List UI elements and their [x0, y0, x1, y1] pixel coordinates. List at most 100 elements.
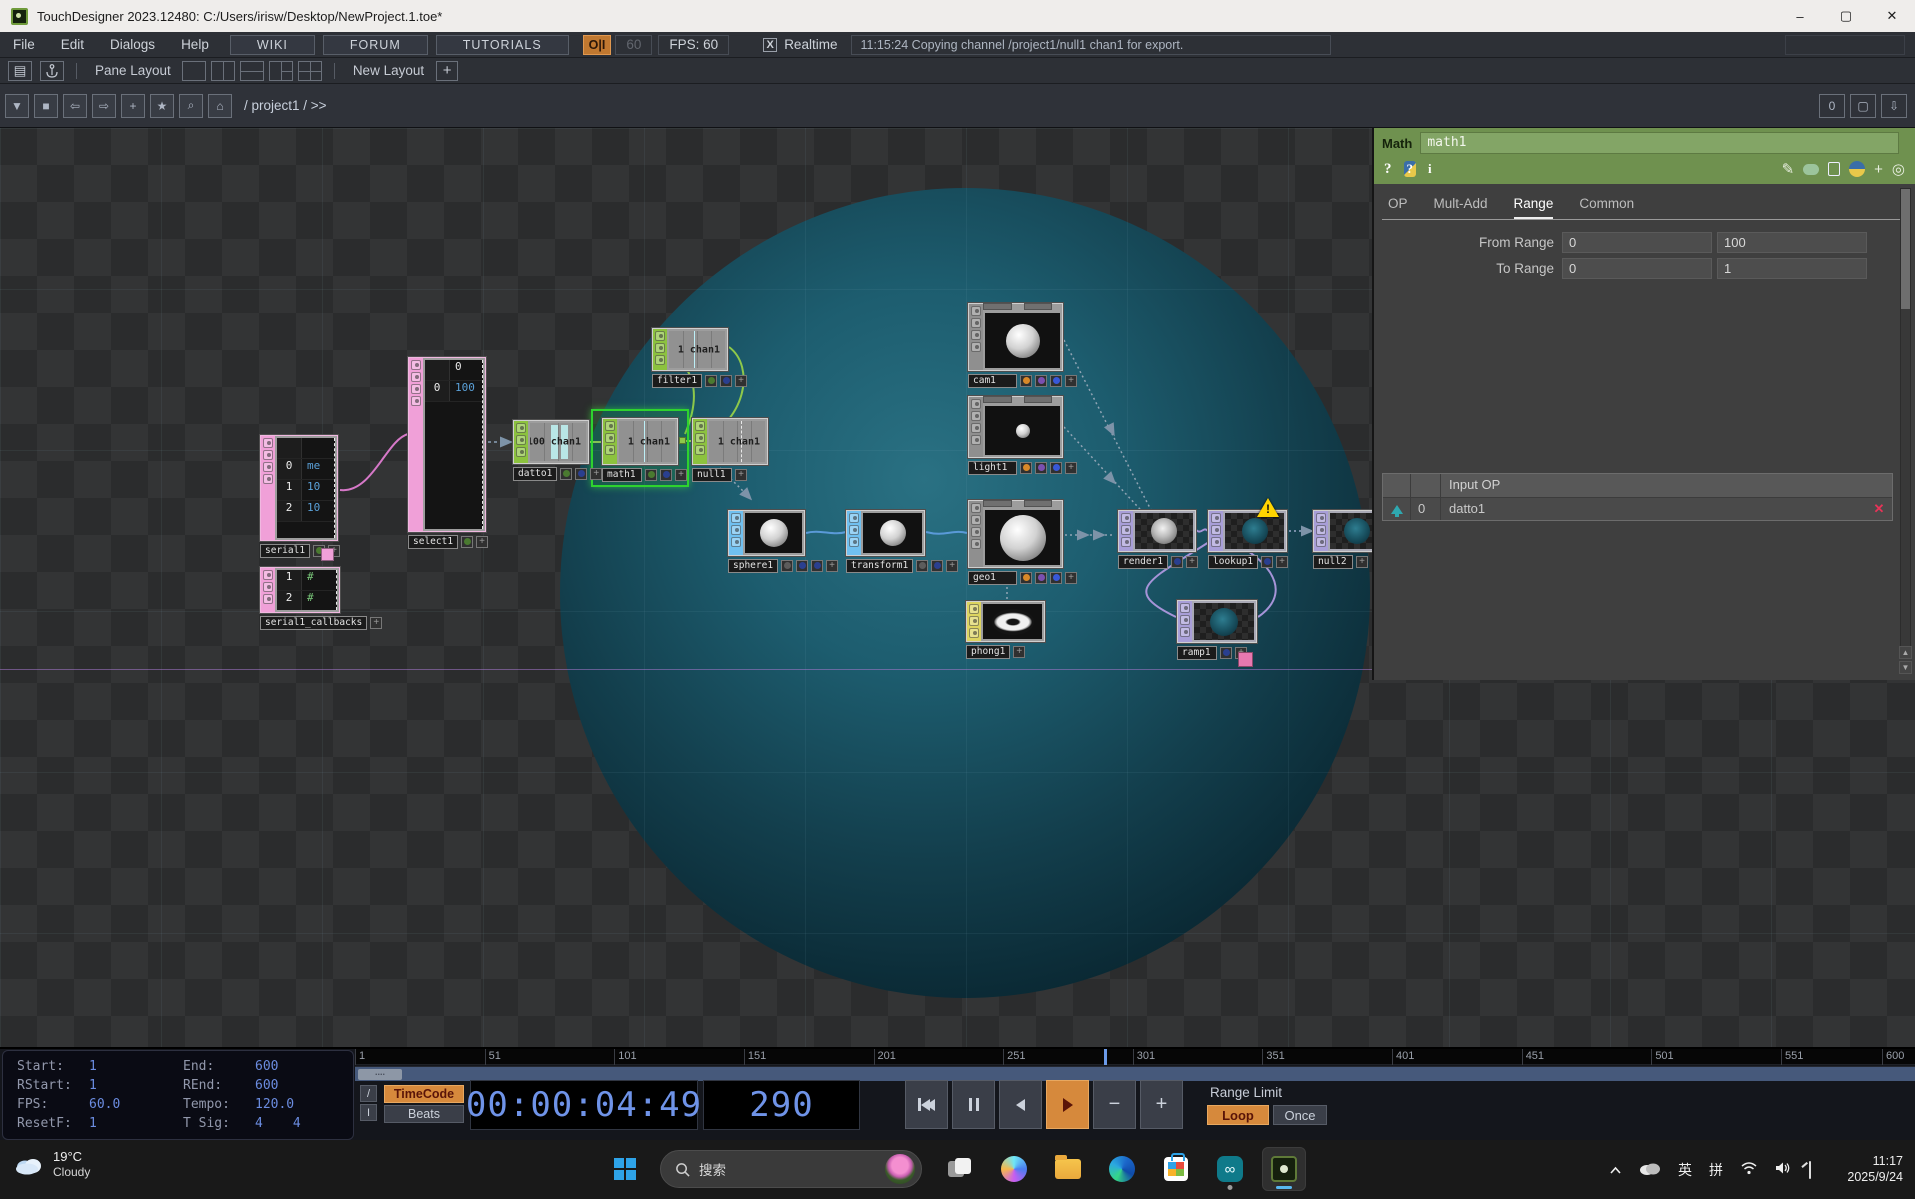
collapse-pane-icon[interactable]: ⇩: [1881, 94, 1907, 118]
target-icon[interactable]: ◎: [1892, 162, 1905, 177]
bookmark-icon[interactable]: ★: [150, 94, 174, 118]
store-taskbar-icon[interactable]: [1154, 1147, 1198, 1191]
frame-display[interactable]: 290: [703, 1080, 860, 1130]
help-icon[interactable]: ?: [1384, 161, 1392, 178]
anchor-icon[interactable]: [40, 61, 64, 81]
node-flag-blue[interactable]: [1050, 375, 1062, 387]
node-flag-plus-icon[interactable]: +: [590, 468, 602, 480]
menu-item-help[interactable]: Help: [168, 37, 222, 52]
start-button[interactable]: [608, 1152, 642, 1186]
transport-skip-start-button[interactable]: [905, 1080, 948, 1129]
node-render1[interactable]: [1118, 510, 1196, 552]
node-flag-plus-icon[interactable]: +: [826, 560, 838, 572]
timeline-mode-slash-button[interactable]: /: [360, 1085, 377, 1102]
node-flag-plus-icon[interactable]: +: [1276, 556, 1288, 568]
node-label[interactable]: ramp1: [1177, 646, 1217, 660]
explorer-taskbar-icon[interactable]: [1046, 1147, 1090, 1191]
field-value[interactable]: 4: [293, 1116, 301, 1131]
mode-beats-button[interactable]: Beats: [384, 1105, 464, 1123]
pane-type-dropdown[interactable]: ▼: [5, 94, 29, 118]
node-flag-navy[interactable]: [660, 469, 672, 481]
pane-preset-hsplit[interactable]: [240, 61, 264, 81]
node-flag-blue[interactable]: [1050, 572, 1062, 584]
tab-op[interactable]: OP: [1388, 196, 1408, 219]
node-math1[interactable]: 1 chan1: [602, 418, 678, 465]
field-value[interactable]: 1: [89, 1078, 97, 1093]
node-flag-plus-icon[interactable]: +: [946, 560, 958, 572]
field-value[interactable]: 600: [255, 1078, 278, 1093]
node-label[interactable]: null2: [1313, 555, 1353, 569]
node-label[interactable]: sphere1: [728, 559, 778, 573]
pane-preset-vsplit[interactable]: [211, 61, 235, 81]
tab-range[interactable]: Range: [1514, 196, 1554, 219]
node-flag-green[interactable]: [645, 469, 657, 481]
oi-badge[interactable]: O|I: [583, 35, 612, 55]
python-icon[interactable]: [1849, 161, 1865, 177]
timeline-range-bar[interactable]: ....: [355, 1066, 1915, 1081]
playhead[interactable]: [1104, 1049, 1107, 1065]
scroll-down-icon[interactable]: ▼: [1899, 661, 1912, 674]
node-flag-plus-icon[interactable]: +: [1065, 375, 1077, 387]
node-label[interactable]: null1: [692, 468, 732, 482]
python-help-icon[interactable]: ?: [1404, 161, 1417, 177]
node-geo1[interactable]: [968, 500, 1063, 568]
edit-icon[interactable]: ✎: [1782, 162, 1795, 177]
node-flag-plus-icon[interactable]: +: [735, 469, 747, 481]
node-label[interactable]: phong1: [966, 645, 1010, 659]
menu-item-edit[interactable]: Edit: [48, 37, 97, 52]
close-button[interactable]: ✕: [1869, 0, 1915, 32]
touchdesigner-taskbar-icon[interactable]: [1262, 1147, 1306, 1191]
panel-scrollbar[interactable]: [1900, 188, 1911, 648]
timeline-ruler[interactable]: 151101151201251301351401451501551600: [355, 1049, 1915, 1065]
node-null1[interactable]: 1 chan1: [692, 418, 768, 465]
param-value-field[interactable]: 0: [1562, 258, 1712, 279]
node-flag-navy[interactable]: [720, 375, 732, 387]
field-value[interactable]: 4: [255, 1116, 263, 1131]
node-light1[interactable]: [968, 396, 1063, 458]
node-label[interactable]: transform1: [846, 559, 913, 573]
comment-icon[interactable]: [1803, 164, 1819, 175]
node-serial1[interactable]: 0me110210: [260, 435, 338, 541]
home-icon[interactable]: ⌂: [208, 94, 232, 118]
range-handle[interactable]: ....: [358, 1069, 402, 1080]
transport-play-reverse-button[interactable]: [999, 1080, 1042, 1129]
onedrive-icon[interactable]: [1639, 1161, 1661, 1178]
node-flag-green[interactable]: [560, 468, 572, 480]
scroll-up-icon[interactable]: ▲: [1899, 646, 1912, 659]
field-value[interactable]: 120.0: [255, 1097, 294, 1112]
copy-icon[interactable]: [1828, 162, 1840, 176]
range-limit-once-button[interactable]: Once: [1273, 1105, 1327, 1125]
node-flag-plus-icon[interactable]: +: [370, 617, 382, 629]
node-label[interactable]: select1: [408, 535, 458, 549]
node-flag-plus-icon[interactable]: +: [1065, 462, 1077, 474]
node-flag-navy[interactable]: [1171, 556, 1183, 568]
node-flag-plus-icon[interactable]: +: [675, 469, 687, 481]
node-flag-plus-icon[interactable]: +: [1186, 556, 1198, 568]
menu-item-file[interactable]: File: [0, 37, 48, 52]
node-sphere1[interactable]: [728, 510, 805, 556]
node-filter1[interactable]: 1 chan1: [652, 328, 728, 371]
mode-timecode-button[interactable]: TimeCode: [384, 1085, 464, 1103]
node-flag-purple[interactable]: [1035, 572, 1047, 584]
param-value-field[interactable]: 1: [1717, 258, 1867, 279]
info-icon[interactable]: i: [1428, 161, 1432, 177]
arduino-taskbar-icon[interactable]: ∞: [1208, 1147, 1252, 1191]
transport-plus-button[interactable]: +: [1140, 1080, 1183, 1129]
param-value-field[interactable]: 0: [1562, 232, 1712, 253]
node-flag-blue[interactable]: [1050, 462, 1062, 474]
stop-icon[interactable]: ■: [34, 94, 58, 118]
node-label[interactable]: serial1_callbacks: [260, 616, 367, 630]
maximize-pane-icon[interactable]: ▢: [1850, 94, 1876, 118]
node-flag-orange[interactable]: [1020, 375, 1032, 387]
node-label[interactable]: cam1: [968, 374, 1017, 388]
delete-icon[interactable]: ✕: [1866, 498, 1892, 520]
ime-english-icon[interactable]: 英: [1678, 1160, 1692, 1180]
tab-mult-add[interactable]: Mult-Add: [1434, 196, 1488, 219]
copilot-taskbar-icon[interactable]: [992, 1147, 1036, 1191]
search-box[interactable]: 搜索: [660, 1150, 922, 1188]
realtime-toggle[interactable]: X Realtime: [763, 37, 837, 52]
node-flag-navy[interactable]: [796, 560, 808, 572]
search-network-icon[interactable]: ⌕: [179, 94, 203, 118]
node-serial1_callbacks[interactable]: 1#2#: [260, 567, 340, 613]
range-limit-loop-button[interactable]: Loop: [1207, 1105, 1269, 1125]
